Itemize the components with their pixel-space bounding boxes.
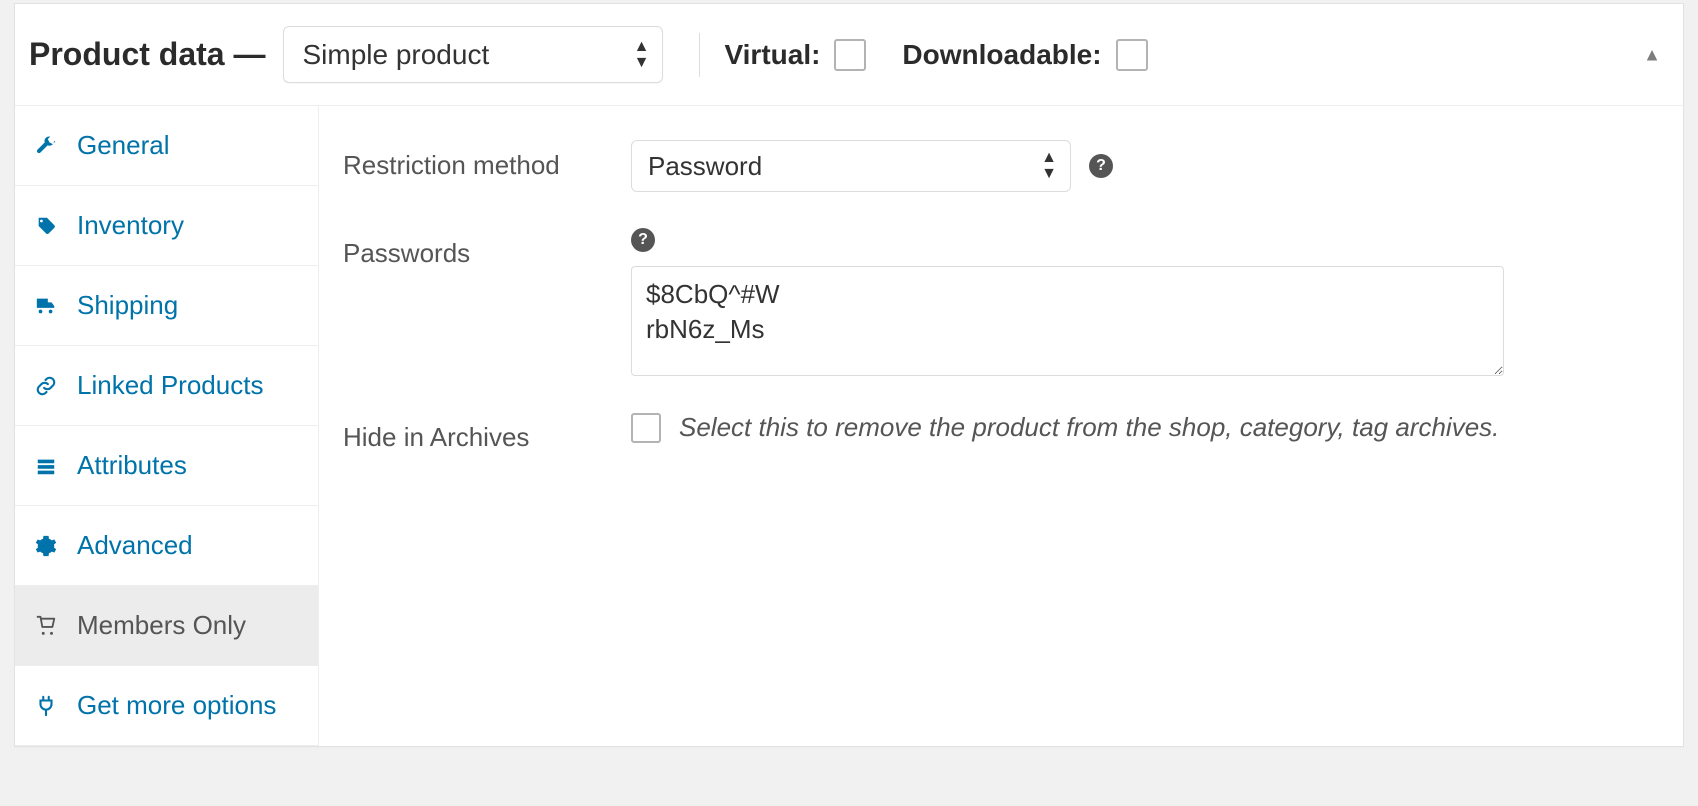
tag-icon <box>33 215 59 237</box>
tab-inventory[interactable]: Inventory <box>15 186 318 266</box>
tab-content: Restriction method Password ▲▼ ? Passwor… <box>319 106 1683 746</box>
passwords-label: Passwords <box>343 228 611 269</box>
plug-icon <box>33 695 59 717</box>
hide-in-archives-description: Select this to remove the product from t… <box>679 412 1499 443</box>
hide-in-archives-checkbox[interactable] <box>631 413 661 443</box>
tab-label: General <box>77 130 170 161</box>
help-icon[interactable]: ? <box>631 228 655 252</box>
virtual-checkbox[interactable] <box>834 39 866 71</box>
gear-icon <box>33 535 59 557</box>
product-type-select[interactable]: Simple product <box>283 26 663 83</box>
restriction-method-select[interactable]: Password <box>631 140 1071 192</box>
tab-label: Inventory <box>77 210 184 241</box>
downloadable-label: Downloadable: <box>902 39 1101 71</box>
tab-label: Members Only <box>77 610 246 641</box>
tab-general[interactable]: General <box>15 106 318 186</box>
virtual-label: Virtual: <box>724 39 820 71</box>
list-icon <box>33 455 59 477</box>
tab-label: Advanced <box>77 530 193 561</box>
tab-label: Get more options <box>77 690 276 721</box>
downloadable-checkbox[interactable] <box>1116 39 1148 71</box>
tab-label: Linked Products <box>77 370 263 401</box>
product-data-tabs: General Inventory Shipping <box>15 106 319 746</box>
tab-linked-products[interactable]: Linked Products <box>15 346 318 426</box>
tab-attributes[interactable]: Attributes <box>15 426 318 506</box>
restriction-method-label: Restriction method <box>343 140 611 181</box>
tab-advanced[interactable]: Advanced <box>15 506 318 586</box>
passwords-textarea[interactable] <box>631 266 1504 376</box>
tab-shipping[interactable]: Shipping <box>15 266 318 346</box>
panel-header: Product data — Simple product ▲▼ Virtual… <box>15 4 1683 106</box>
wrench-icon <box>33 135 59 157</box>
divider <box>699 33 700 77</box>
tab-members-only[interactable]: Members Only <box>15 586 318 666</box>
tab-label: Attributes <box>77 450 187 481</box>
panel-collapse-toggle[interactable]: ▲ <box>1643 44 1661 65</box>
truck-icon <box>33 295 59 317</box>
cart-icon <box>33 615 59 637</box>
panel-title: Product data — <box>29 36 265 73</box>
hide-in-archives-label: Hide in Archives <box>343 412 611 453</box>
tab-label: Shipping <box>77 290 178 321</box>
link-icon <box>33 375 59 397</box>
tab-get-more-options[interactable]: Get more options <box>15 666 318 746</box>
help-icon[interactable]: ? <box>1089 154 1113 178</box>
product-data-panel: Product data — Simple product ▲▼ Virtual… <box>14 3 1684 747</box>
